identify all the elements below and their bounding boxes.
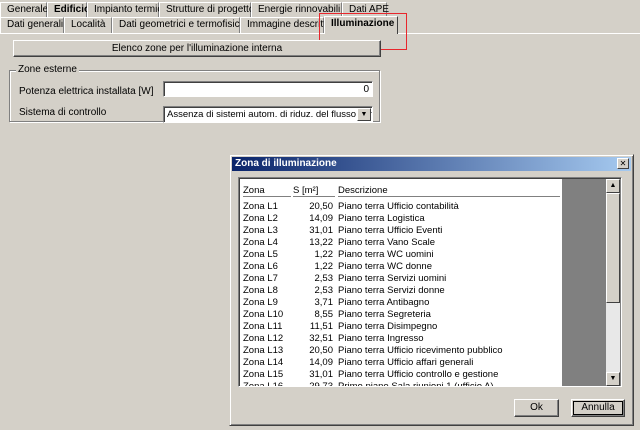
scrollbar-thumb[interactable] [606,193,620,303]
zone-description-cell: Piano terra Ufficio ricevimento pubblico [338,345,503,356]
zone-name-cell: Zona L7 [243,273,278,284]
table-row[interactable]: Zona L2 14,09 Piano terra Logistica [240,213,562,225]
zone-area-cell: 1,22 [314,249,334,260]
power-input[interactable]: 0 [163,81,373,97]
cancel-button[interactable]: Annulla [571,399,625,417]
vertical-scrollbar[interactable]: ▲ ▼ [606,179,620,386]
zone-description-cell: Piano terra Ufficio contabilità [338,201,459,212]
zone-description-cell: Piano terra Vano Scale [338,237,435,248]
tab-impianto-termico[interactable]: Impianto termico [87,2,168,18]
table-row[interactable]: Zona L11 11,51 Piano terra Disimpegno [240,321,562,333]
control-label: Sistema di controllo [19,107,107,118]
column-header-superficie[interactable]: S [m²] [293,185,335,197]
zone-description-cell: Piano terra WC donne [338,261,432,272]
chevron-down-icon[interactable]: ▼ [357,108,371,121]
table-row[interactable]: Zona L7 2,53 Piano terra Servizi uomini [240,273,562,285]
zone-name-cell: Zona L1 [243,201,278,212]
table-row[interactable]: Zona L1 20,50 Piano terra Ufficio contabil… [240,201,562,213]
zone-list-body: Zona S [m²] Descrizione Zona L1 20,50 Pian… [240,179,562,386]
zone-name-cell: Zona L15 [243,369,284,380]
table-row[interactable]: Zona L5 1,22 Piano terra WC uomini [240,249,562,261]
table-row[interactable]: Zona L15 31,01 Piano terra Ufficio control… [240,369,562,381]
zone-description-cell: Piano terra Segreteria [338,309,431,320]
zone-description-cell: Piano terra Antibagno [338,297,430,308]
zone-description-cell: Piano terra Servizi donne [338,285,445,296]
external-zones-group: Zone esterne Potenza elettrica installat… [9,64,380,123]
control-system-value: Assenza di sistemi autom. di riduz. del … [167,109,372,120]
zone-area-cell: 14,09 [309,357,333,368]
table-row[interactable]: Zona L6 1,22 Piano terra WC donne [240,261,562,273]
group-title: Zone esterne [16,64,79,75]
column-header-zona[interactable]: Zona [243,185,291,197]
zone-name-cell: Zona L8 [243,285,278,296]
zone-description-cell: Piano terra Disimpegno [338,321,438,332]
zone-name-cell: Zona L9 [243,297,278,308]
zone-area-cell: 8,55 [314,309,334,320]
arrow-up-icon[interactable]: ▲ [606,179,620,193]
tab-illuminazione[interactable]: Illuminazione [324,16,398,34]
zone-description-cell: Piano terra Ufficio Eventi [338,225,443,236]
zone-dialog: Zona di illuminazione ✕ Zona S [m²] Desc… [229,154,634,426]
zones-list-button[interactable]: Elenco zone per l'illuminazione interna [13,40,381,57]
zone-area-cell: 2,53 [314,285,334,296]
table-row[interactable]: Zona L14 14,09 Piano terra Ufficio affari … [240,357,562,369]
table-row[interactable]: Zona L16 29,73 Primo piano Sala riunioni 1… [240,381,562,386]
zone-area-cell: 13,22 [309,237,333,248]
zone-area-cell: 1,22 [314,261,334,272]
zone-description-cell: Piano terra Servizi uomini [338,273,447,284]
table-row[interactable]: Zona L10 8,55 Piano terra Segreteria [240,309,562,321]
zone-description-cell: Piano terra Ingresso [338,333,424,344]
ok-button[interactable]: Ok [514,399,559,417]
column-header-descrizione[interactable]: Descrizione [338,185,560,197]
dialog-titlebar[interactable]: Zona di illuminazione ✕ [232,157,631,171]
close-icon[interactable]: ✕ [617,158,629,169]
arrow-down-icon[interactable]: ▼ [606,372,620,386]
zone-area-cell: 31,01 [309,369,333,380]
zone-name-cell: Zona L5 [243,249,278,260]
zone-name-cell: Zona L3 [243,225,278,236]
sub-tab-bar: Dati generali Località Dati geometrici e… [0,16,398,34]
zone-name-cell: Zona L10 [243,309,284,320]
tab-edificio[interactable]: Edificio [47,2,90,18]
table-row[interactable]: Zona L12 32,51 Piano terra Ingresso [240,333,562,345]
zone-name-cell: Zona L12 [243,333,284,344]
zone-description-cell: Piano terra Ufficio affari generali [338,357,474,368]
zone-description-cell: Piano terra Logistica [338,213,425,224]
tab-dati-generali[interactable]: Dati generali [0,17,64,33]
table-row[interactable]: Zona L9 3,71 Piano terra Antibagno [240,297,562,309]
table-row[interactable]: Zona L4 13,22 Piano terra Vano Scale [240,237,562,249]
zone-description-cell: Piano terra WC uomini [338,249,434,260]
zone-description-cell: Piano terra Ufficio controllo e gestione [338,369,499,380]
tab-strutture-di-progetto[interactable]: Strutture di progetto [159,2,254,18]
zone-name-cell: Zona L4 [243,237,278,248]
tab-localita[interactable]: Località [64,17,112,33]
zone-area-cell: 11,51 [309,321,333,332]
zone-name-cell: Zona L6 [243,261,278,272]
zone-description-cell: Primo piano Sala riunioni 1 (ufficio A) [338,381,494,386]
zone-name-cell: Zona L13 [243,345,284,356]
table-row[interactable]: Zona L8 2,53 Piano terra Servizi donne [240,285,562,297]
zone-area-cell: 31,01 [309,225,333,236]
tab-divider [0,33,640,34]
zone-area-cell: 32,51 [309,333,333,344]
zone-list[interactable]: Zona S [m²] Descrizione Zona L1 20,50 Pian… [238,177,622,387]
zone-name-cell: Zona L2 [243,213,278,224]
zone-area-cell: 2,53 [314,273,334,284]
dialog-title: Zona di illuminazione [235,158,337,169]
zone-area-cell: 14,09 [309,213,333,224]
tab-dati-geometrici[interactable]: Dati geometrici e termofisici [112,17,242,33]
table-row[interactable]: Zona L3 31,01 Piano terra Ufficio Eventi [240,225,562,237]
zone-name-cell: Zona L14 [243,357,284,368]
power-label: Potenza elettrica installata [W] [19,86,154,97]
tab-immagine-descrittiva[interactable]: Immagine descrittiva [240,17,339,33]
zone-area-cell: 3,71 [314,297,334,308]
zone-name-cell: Zona L16 [243,381,283,386]
zone-area-cell: 29,73 [293,381,333,386]
tab-generale[interactable]: Generale [0,2,48,18]
zone-area-cell: 20,50 [309,201,333,212]
table-row[interactable]: Zona L13 20,50 Piano terra Ufficio ricevim… [240,345,562,357]
control-system-select[interactable]: Assenza di sistemi autom. di riduz. del … [163,106,373,123]
zone-name-cell: Zona L11 [243,321,283,332]
zone-area-cell: 20,50 [309,345,333,356]
